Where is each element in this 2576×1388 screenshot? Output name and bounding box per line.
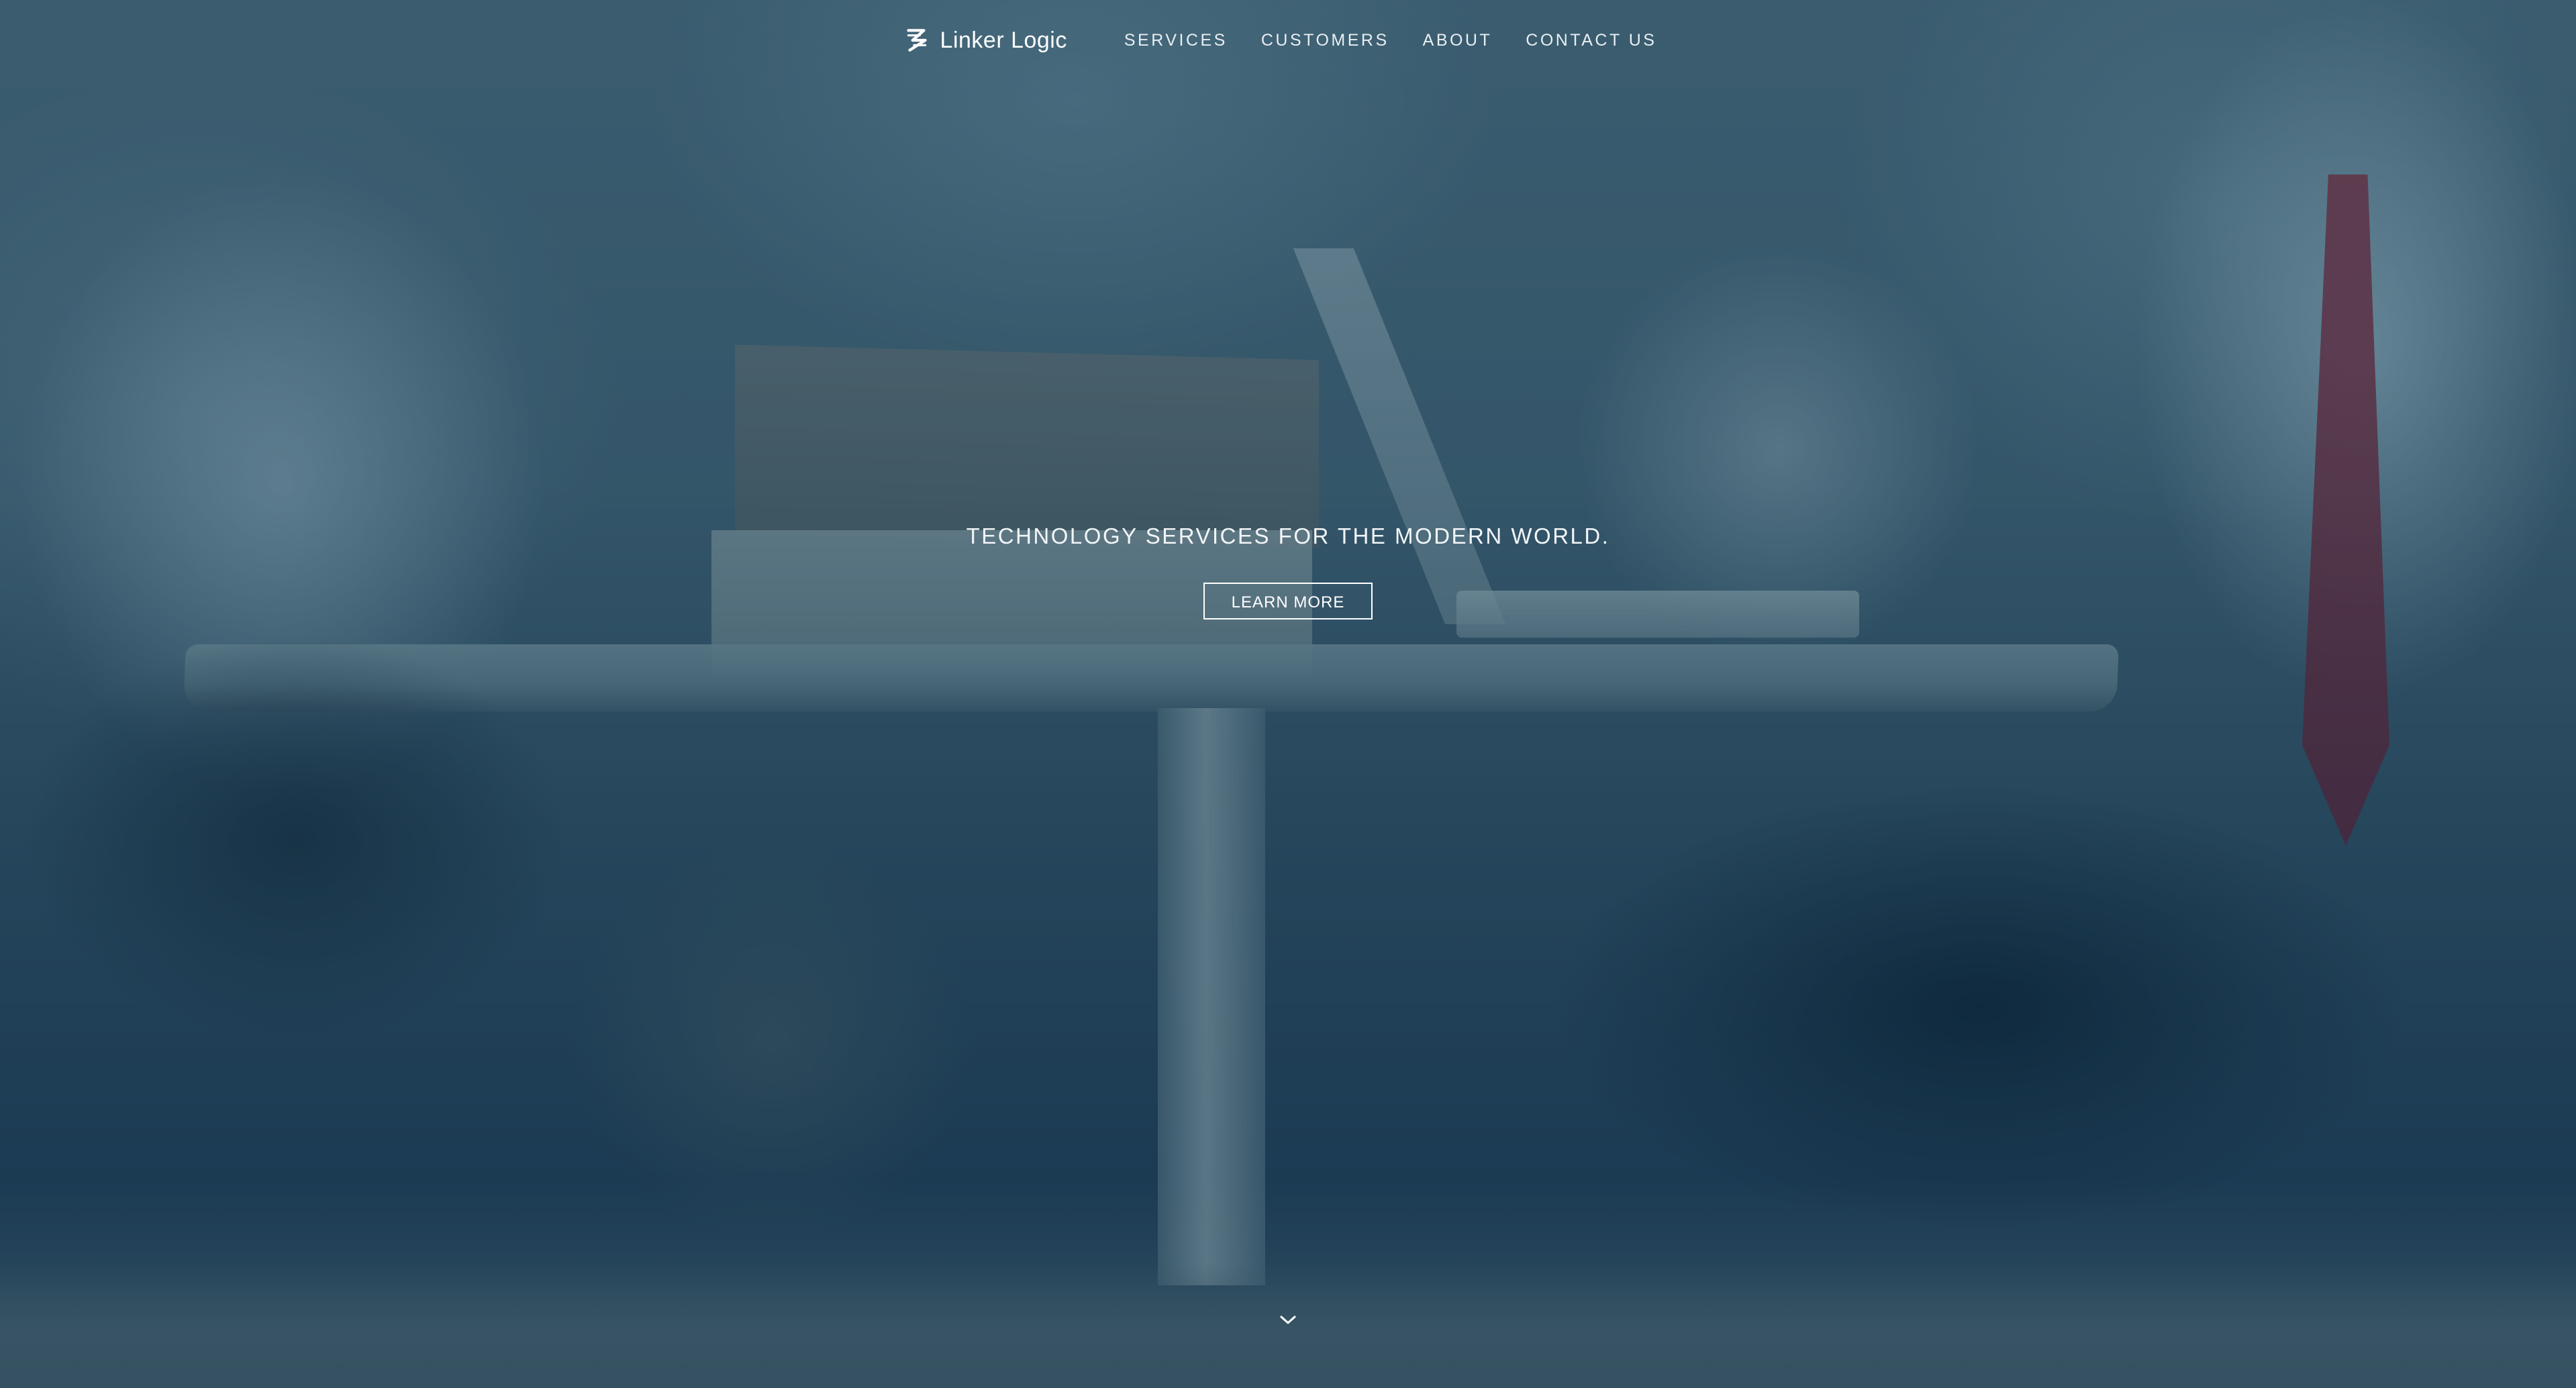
hero-tagline: TECHNOLOGY SERVICES FOR THE MODERN WORLD… xyxy=(966,524,1610,548)
hero-section: Linker Logic SERVICES CUSTOMERS ABOUT CO… xyxy=(0,0,2576,1388)
nav-link-services[interactable]: SERVICES xyxy=(1124,31,1228,50)
hero-content: TECHNOLOGY SERVICES FOR THE MODERN WORLD… xyxy=(0,524,2576,619)
brand-logo-link[interactable]: Linker Logic xyxy=(903,26,1067,54)
scroll-down-button[interactable] xyxy=(1277,1312,1299,1328)
nav-links: SERVICES CUSTOMERS ABOUT CONTACT US xyxy=(1107,31,1674,50)
chevron-down-icon xyxy=(1280,1316,1296,1324)
brand-name: Linker Logic xyxy=(940,27,1067,53)
learn-more-button[interactable]: LEARN MORE xyxy=(1203,583,1373,619)
nav-link-customers[interactable]: CUSTOMERS xyxy=(1261,31,1389,50)
top-navigation: Linker Logic SERVICES CUSTOMERS ABOUT CO… xyxy=(0,20,2576,60)
hero-overlay xyxy=(0,0,2576,1388)
linker-logic-logo-icon xyxy=(906,29,927,52)
nav-link-contact-us[interactable]: CONTACT US xyxy=(1526,31,1656,50)
nav-link-about[interactable]: ABOUT xyxy=(1423,31,1493,50)
